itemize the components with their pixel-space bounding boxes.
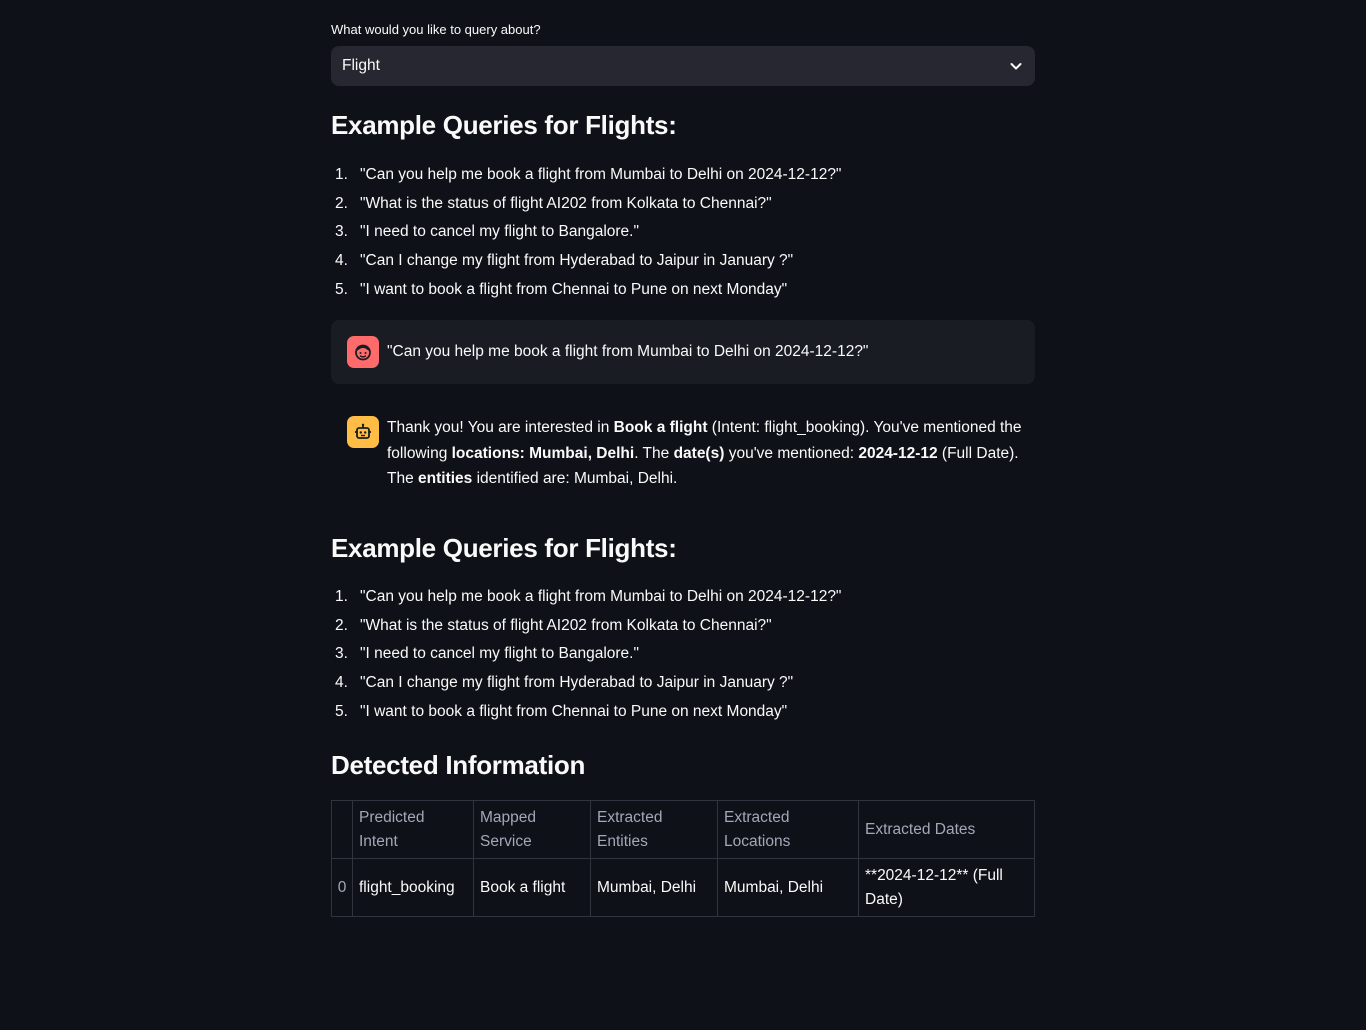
example-queries-list-repeat: 1. "Can you help me book a flight from Mu… (331, 583, 1035, 726)
example-query-item: 4. "Can I change my flight from Hyderabad… (335, 252, 794, 270)
table-cell[interactable]: Mumbai, Delhi (717, 858, 859, 917)
user-avatar (347, 336, 379, 368)
table-cell[interactable]: **2024-12-12** (Full Date) (858, 858, 1035, 917)
detected-info-table[interactable]: Predicted Intent Mapped Service Extracte… (331, 800, 1035, 917)
example-query-item: 1. "Can you help me book a flight from Mu… (335, 166, 842, 183)
column-header-predicted-intent[interactable]: Predicted Intent (352, 800, 474, 859)
table-header-row: Predicted Intent Mapped Service Extracte… (331, 800, 1035, 859)
column-header-extracted-locations[interactable]: Extracted Locations (717, 800, 859, 859)
examples-heading-repeat: Example Queries for Flights: (331, 533, 677, 563)
user-chat-message: "Can you help me book a flight from Mumb… (331, 320, 1035, 384)
assistant-message-text: Thank you! You are interested in Book a … (387, 419, 1022, 487)
chevron-down-icon (1010, 63, 1022, 70)
column-header-mapped-service[interactable]: Mapped Service (473, 800, 591, 859)
example-query-item: 2. "What is the status of flight AI202 fr… (335, 194, 772, 212)
index-header (331, 800, 353, 859)
query-select-value: Flight (342, 57, 380, 74)
table-cell[interactable]: flight_booking (352, 858, 474, 917)
example-query-item: 5. "I want to book a flight from Chennai … (335, 702, 788, 720)
robot-icon (355, 423, 371, 439)
example-query-item: 5. "I want to book a flight from Chennai … (335, 280, 788, 298)
assistant-avatar (347, 416, 379, 448)
face-icon (355, 344, 371, 361)
example-query-item: 1. "Can you help me book a flight from Mu… (335, 588, 842, 605)
query-type-select[interactable]: Flight (331, 46, 1035, 86)
user-message-text: "Can you help me book a flight from Mumb… (387, 343, 869, 360)
detected-info-heading: Detected Information (331, 750, 586, 780)
column-header-extracted-dates[interactable]: Extracted Dates (858, 800, 1035, 859)
example-query-item: 3. "I need to cancel my flight to Bangalo… (335, 645, 639, 663)
examples-heading: Example Queries for Flights: (331, 110, 677, 140)
query-select-label: What would you like to query about? (331, 22, 541, 37)
example-query-item: 4. "Can I change my flight from Hyderabad… (335, 674, 794, 692)
table-cell[interactable]: Book a flight (473, 858, 591, 917)
table-cell[interactable]: Mumbai, Delhi (590, 858, 718, 917)
row-index: 0 (331, 858, 353, 917)
example-query-item: 3. "I need to cancel my flight to Bangalo… (335, 223, 639, 241)
example-queries-list: 1. "Can you help me book a flight from Mu… (331, 161, 1035, 304)
table-row: 0 flight_booking Book a flight Mumbai, D… (331, 858, 1035, 917)
column-header-extracted-entities[interactable]: Extracted Entities (590, 800, 718, 859)
assistant-chat-message: Thank you! You are interested in Book a … (331, 400, 1035, 510)
example-query-item: 2. "What is the status of flight AI202 fr… (335, 616, 772, 634)
